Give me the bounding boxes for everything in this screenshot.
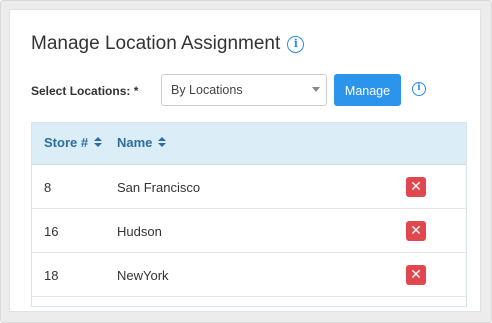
delete-button[interactable]: ✕	[406, 177, 426, 197]
table-row: 16 Hudson ✕	[32, 209, 466, 253]
manage-button[interactable]: Manage	[334, 74, 401, 106]
close-icon: ✕	[410, 267, 422, 283]
store-number-cell: 18	[44, 268, 59, 283]
panel-title: Manage Location Assignment i	[31, 33, 305, 55]
table-row: 18 NewYork ✕	[32, 253, 466, 297]
sort-icon[interactable]	[158, 137, 167, 148]
close-icon: ✕	[410, 223, 422, 239]
select-locations-label: Select Locations: *	[31, 84, 139, 98]
panel-title-text: Manage Location Assignment	[31, 33, 281, 54]
sort-icon[interactable]	[94, 137, 103, 148]
delete-button[interactable]: ✕	[406, 265, 426, 285]
column-header-store-label: Store #	[44, 135, 89, 150]
close-icon: ✕	[410, 179, 422, 195]
info-icon[interactable]: i	[287, 35, 305, 53]
store-name-cell: NewYork	[117, 268, 169, 283]
delete-button[interactable]: ✕	[406, 221, 426, 241]
store-number-cell: 8	[44, 180, 52, 195]
info-icon[interactable]: i	[412, 82, 426, 96]
store-name-cell: San Francisco	[117, 180, 201, 195]
locations-table: Store # Name 8 San Francisco ✕ 16 Hudson…	[31, 122, 467, 307]
column-header-name[interactable]: Name	[117, 135, 167, 150]
column-header-name-label: Name	[117, 135, 153, 150]
table-header: Store # Name	[32, 123, 466, 165]
locations-select[interactable]: By Locations	[161, 74, 327, 106]
table-row: 8 San Francisco ✕	[32, 165, 466, 209]
chevron-down-icon	[312, 87, 320, 92]
store-name-cell: Hudson	[117, 224, 162, 239]
location-assignment-panel: Manage Location Assignment i Select Loca…	[9, 9, 481, 312]
store-number-cell: 16	[44, 224, 59, 239]
locations-select-value: By Locations	[171, 83, 243, 97]
column-header-store[interactable]: Store #	[44, 135, 103, 150]
window-frame: Manage Location Assignment i Select Loca…	[0, 0, 492, 323]
